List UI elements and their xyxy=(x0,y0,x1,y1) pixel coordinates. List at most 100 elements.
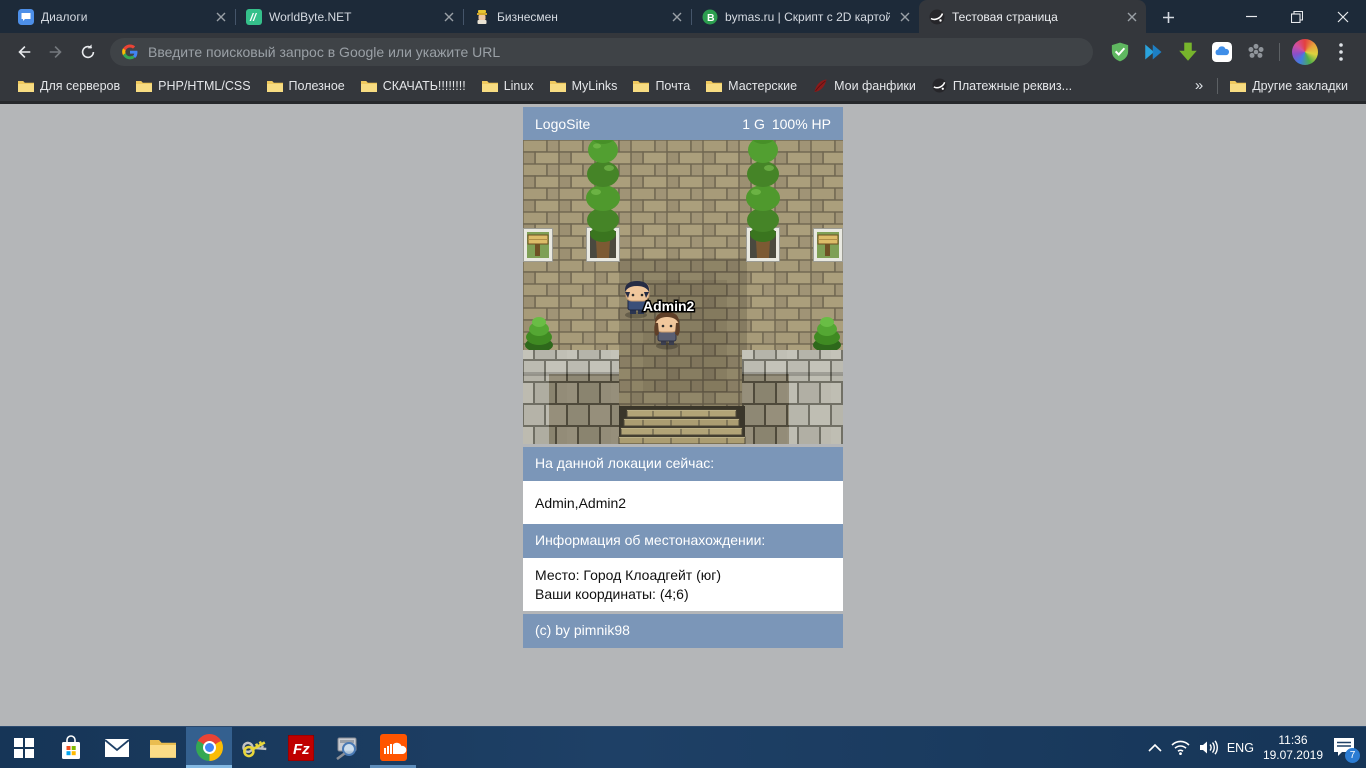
tab-close-icon[interactable] xyxy=(441,9,457,25)
pc-magnifier-icon xyxy=(334,736,361,760)
other-bookmarks-button[interactable]: Другие закладки xyxy=(1222,76,1356,96)
language-indicator[interactable]: ENG xyxy=(1227,741,1254,755)
bookmark-folder-php-html-css[interactable]: PHP/HTML/CSS xyxy=(128,76,258,96)
chrome-taskbar-button[interactable] xyxy=(186,727,232,768)
keepass-button[interactable] xyxy=(232,727,278,768)
browser-menu-button[interactable] xyxy=(1329,40,1353,64)
tab-businessman[interactable]: Бизнесмен xyxy=(464,0,691,33)
tab-close-icon[interactable] xyxy=(1124,9,1140,25)
mail-button[interactable] xyxy=(94,727,140,768)
copyright-footer: (c) by pimnik98 xyxy=(523,614,843,648)
address-bar[interactable]: Введите поисковый запрос в Google или ук… xyxy=(110,38,1093,66)
minimize-icon xyxy=(1246,11,1257,22)
adguard-extension-button[interactable] xyxy=(1108,40,1132,64)
bookmark-folder-mylinks[interactable]: MyLinks xyxy=(542,76,626,96)
search-utility-button[interactable] xyxy=(324,727,370,768)
store-bag-icon xyxy=(59,735,83,761)
coords-line: Ваши координаты: (4;6) xyxy=(535,585,831,604)
windows-logo-icon xyxy=(14,738,34,758)
tab-title: WorldByte.NET xyxy=(269,10,434,24)
taskbar-clock[interactable]: 11:36 19.07.2019 xyxy=(1263,733,1323,763)
location-panel-header: На данной локации сейчас: xyxy=(523,447,843,481)
folder-icon xyxy=(267,79,283,92)
folder-icon xyxy=(18,79,34,92)
restore-icon xyxy=(1291,11,1303,23)
wifi-icon[interactable] xyxy=(1171,740,1190,755)
dark-globe-icon xyxy=(932,78,947,93)
game-page: LogoSite 1 G 100% HP xyxy=(0,104,1366,726)
new-tab-button[interactable] xyxy=(1154,3,1182,31)
flower-extension-button[interactable] xyxy=(1244,40,1268,64)
game-header-bar: LogoSite 1 G 100% HP xyxy=(523,107,843,140)
stone-wall-right xyxy=(742,350,843,444)
browser-tab-strip: Диалоги // WorldByte.NET Бизнесмен B bym… xyxy=(0,0,1366,33)
stairs xyxy=(619,406,745,444)
tab-close-icon[interactable] xyxy=(669,9,685,25)
bookmark-folder-mail[interactable]: Почта xyxy=(625,76,698,96)
bookmark-payment-details[interactable]: Платежные реквиз... xyxy=(924,75,1080,96)
signpost-left xyxy=(524,229,553,262)
cloud-extension-button[interactable] xyxy=(1210,40,1234,64)
game-map[interactable]: Admin2 xyxy=(523,140,843,444)
hp-amount: 100% HP xyxy=(772,116,831,132)
back-button[interactable] xyxy=(8,36,40,68)
filezilla-button[interactable]: Fz xyxy=(278,727,324,768)
game-logo: LogoSite xyxy=(535,116,590,132)
tab-title: Диалоги xyxy=(41,10,206,24)
three-dots-icon xyxy=(1339,43,1343,61)
plus-icon xyxy=(1162,11,1175,24)
forward-button[interactable] xyxy=(40,36,72,68)
tab-test-page-active[interactable]: Тестовая страница xyxy=(919,0,1146,33)
reload-button[interactable] xyxy=(72,36,104,68)
back-arrow-icon xyxy=(15,43,33,61)
windows-taskbar: Fz ENG xyxy=(0,726,1366,768)
shield-icon xyxy=(1110,42,1130,62)
volume-icon[interactable] xyxy=(1199,740,1218,755)
file-explorer-button[interactable] xyxy=(140,727,186,768)
signpost-right xyxy=(814,229,843,262)
savefrom-extension-button[interactable] xyxy=(1176,40,1200,64)
gear-flower-icon xyxy=(1247,43,1265,61)
toolbar-divider xyxy=(1279,43,1280,61)
action-center-button[interactable]: 7 xyxy=(1332,736,1356,760)
folder-icon xyxy=(136,79,152,92)
bookmarks-bar: Для серверов PHP/HTML/CSS Полезное СКАЧА… xyxy=(0,70,1366,101)
tab-dialogs[interactable]: Диалоги xyxy=(8,0,235,33)
keys-icon xyxy=(242,735,268,761)
microsoft-store-button[interactable] xyxy=(48,727,94,768)
location-info: Место: Город Клоадгейт (юг) Ваши координ… xyxy=(523,558,843,611)
bookmark-folder-download[interactable]: СКАЧАТЬ!!!!!!!! xyxy=(353,76,474,96)
bookmarks-overflow-button[interactable]: » xyxy=(1185,77,1213,94)
clock-date: 19.07.2019 xyxy=(1263,748,1323,763)
place-line: Место: Город Клоадгейт (юг) xyxy=(535,566,831,585)
window-minimize-button[interactable] xyxy=(1228,0,1274,33)
bookmark-fanfics[interactable]: Мои фанфики xyxy=(805,76,924,96)
tray-expand-chevron-icon[interactable] xyxy=(1148,743,1162,752)
filezilla-icon: Fz xyxy=(288,735,314,761)
tab-close-icon[interactable] xyxy=(213,9,229,25)
proxy-extension-button[interactable] xyxy=(1142,40,1166,64)
info-panel-header: Информация об местонахождении: xyxy=(523,524,843,558)
browser-toolbar: Введите поисковый запрос в Google или ук… xyxy=(0,33,1366,70)
tab-title: Бизнесмен xyxy=(497,10,662,24)
cloud-icon xyxy=(1212,42,1232,62)
tab-bymas[interactable]: B bymas.ru | Скрипт с 2D картой xyxy=(692,0,919,33)
folder-icon xyxy=(150,737,176,758)
soundcloud-icon xyxy=(380,734,407,761)
soundcloud-button[interactable] xyxy=(370,727,416,768)
bymas-favicon: B xyxy=(702,9,718,25)
stone-wall-left xyxy=(523,350,619,444)
bookmark-folder-linux[interactable]: Linux xyxy=(474,76,542,96)
svg-text:Fz: Fz xyxy=(293,741,310,758)
window-close-button[interactable] xyxy=(1320,0,1366,33)
dark-globe-favicon xyxy=(929,9,945,25)
profile-avatar[interactable] xyxy=(1292,39,1318,65)
tab-worldbyte[interactable]: // WorldByte.NET xyxy=(236,0,463,33)
bookmark-folder-useful[interactable]: Полезное xyxy=(259,76,353,96)
double-play-icon xyxy=(1144,42,1164,62)
tab-close-icon[interactable] xyxy=(897,9,913,25)
start-button[interactable] xyxy=(0,727,48,768)
window-restore-button[interactable] xyxy=(1274,0,1320,33)
bookmark-folder-workshops[interactable]: Мастерские xyxy=(698,76,805,96)
bookmark-folder-servers[interactable]: Для серверов xyxy=(10,76,128,96)
